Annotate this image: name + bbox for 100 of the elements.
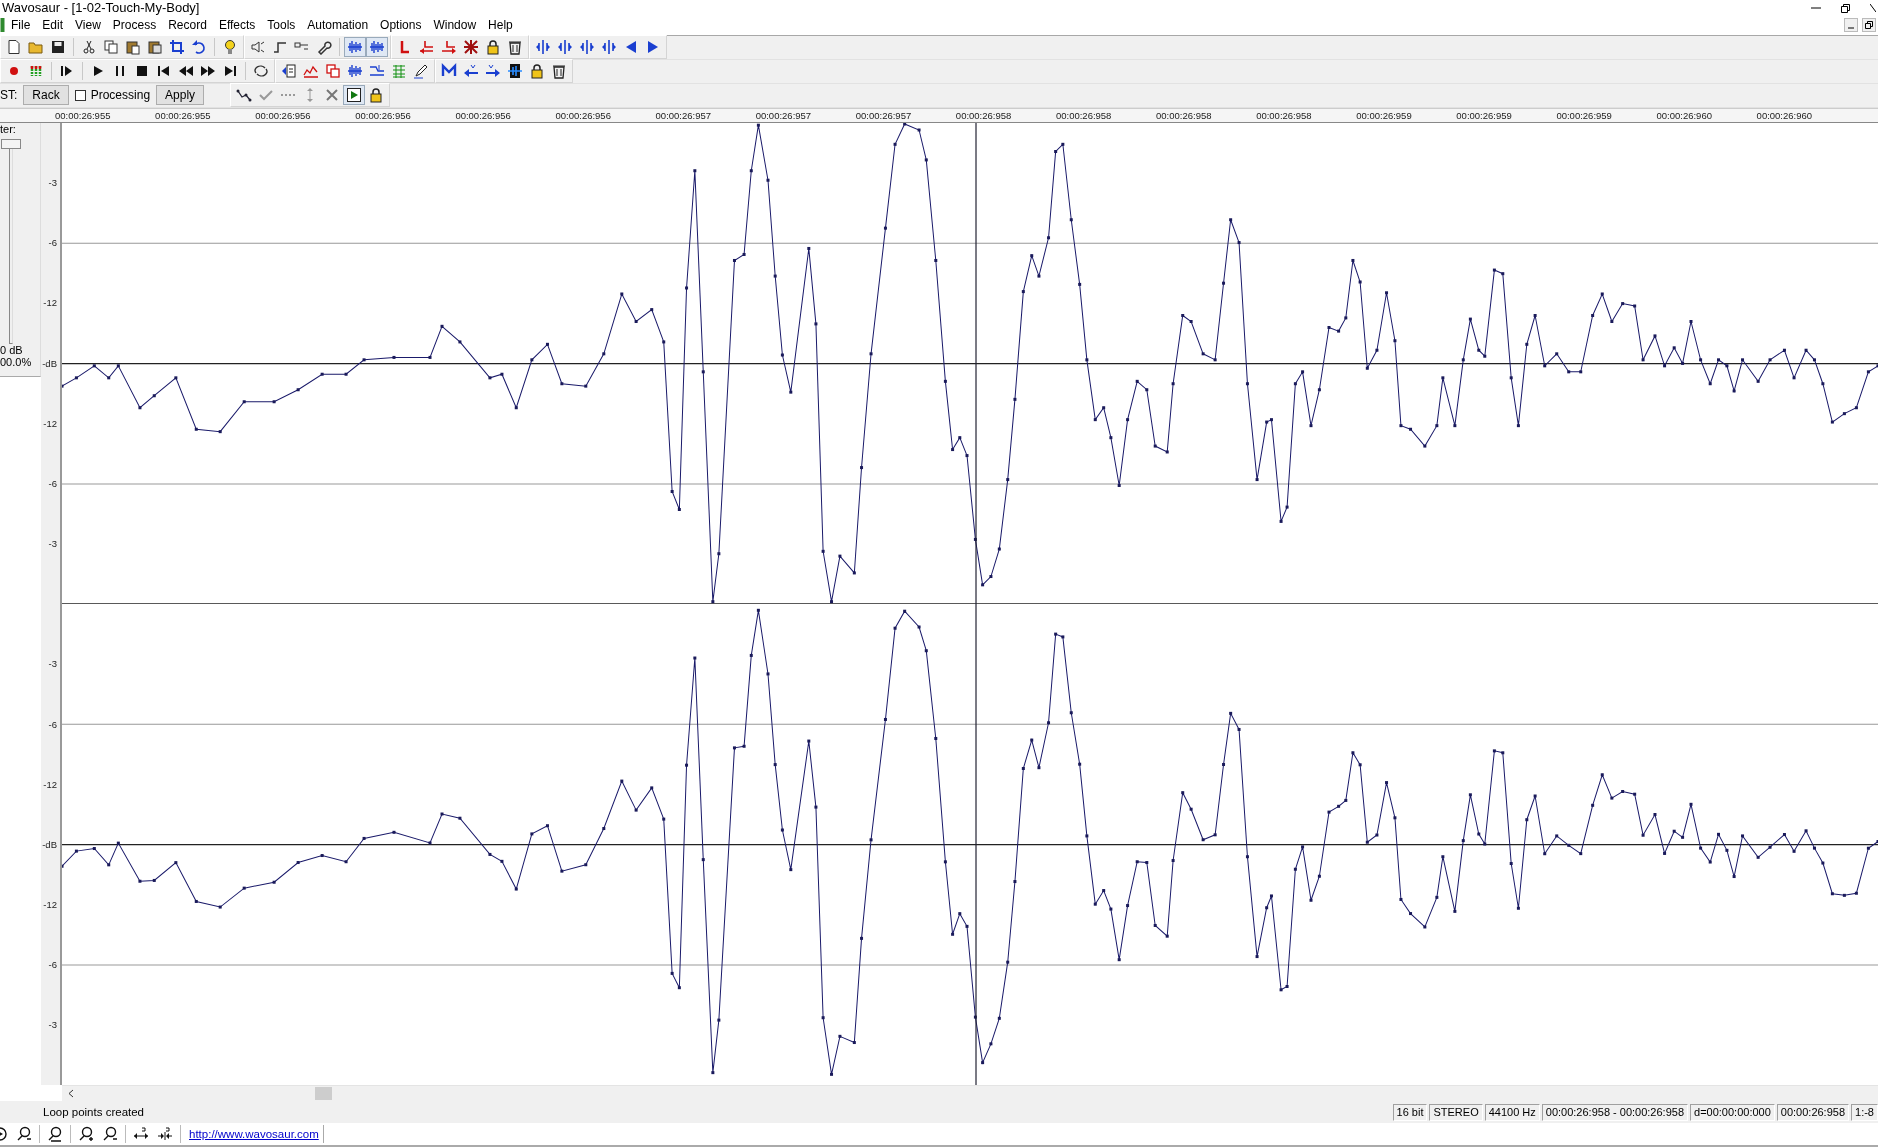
close-icon[interactable]: [1870, 2, 1876, 13]
time-label: 00:00:26:955: [155, 108, 212, 122]
copy-icon[interactable]: [103, 39, 119, 55]
pencil-icon[interactable]: [413, 63, 429, 79]
arrow-right-icon[interactable]: [441, 39, 457, 55]
volume-percent: 00.0%: [0, 355, 33, 368]
lightbulb-icon[interactable]: [222, 39, 238, 55]
zoom-icon[interactable]: [47, 1126, 63, 1142]
waveform-icon[interactable]: [369, 39, 385, 55]
restore-icon[interactable]: [1840, 2, 1852, 13]
status-pane: 00:00:26:958 - 00:00:26:958: [1541, 1103, 1688, 1121]
menu-item[interactable]: Help: [482, 17, 519, 32]
time-label: 00:00:26:958: [1156, 108, 1213, 122]
wrench-icon[interactable]: [316, 39, 332, 55]
app-icon: [0, 16, 5, 33]
squares-icon[interactable]: [325, 63, 341, 79]
expand-icon[interactable]: [133, 1126, 149, 1142]
status-pane: 1:-8: [1851, 1103, 1878, 1121]
restore-icon[interactable]: [1862, 17, 1876, 32]
stop-icon[interactable]: [134, 63, 150, 79]
status-pane: d=00:00:00:000: [1690, 1103, 1775, 1121]
wave-box-icon[interactable]: [507, 63, 523, 79]
arrow-left-icon[interactable]: [419, 39, 435, 55]
grid-icon[interactable]: [391, 63, 407, 79]
waveform-arrows-icon[interactable]: [601, 39, 617, 55]
save-icon[interactable]: [50, 39, 66, 55]
menu-item[interactable]: File: [5, 17, 37, 32]
time-label: 00:00:26:958: [1256, 108, 1313, 122]
trash-icon[interactable]: [507, 39, 523, 55]
time-label: 00:00:26:957: [855, 108, 913, 122]
speaker-icon[interactable]: [250, 39, 266, 55]
time-label: 00:00:26:958: [955, 108, 1013, 122]
waveform-arrows-icon[interactable]: [557, 39, 573, 55]
crop-icon[interactable]: [169, 39, 185, 55]
time-label: 00:00:26:960: [1656, 108, 1713, 122]
waveform-arrows-icon[interactable]: [579, 39, 595, 55]
level-meter-icon[interactable]: [28, 63, 44, 79]
fast-forward-icon[interactable]: [200, 63, 216, 79]
paste-icon[interactable]: [125, 39, 141, 55]
node-line-icon[interactable]: [236, 87, 253, 103]
menu-item[interactable]: View: [69, 17, 107, 32]
clipboard-icon[interactable]: [147, 39, 163, 55]
scale-label: -3: [47, 657, 58, 672]
time-label: 00:00:26:959: [1556, 108, 1613, 122]
waveform-icon[interactable]: [347, 39, 363, 55]
vst-label: ST:: [0, 88, 18, 102]
menu-item[interactable]: Process: [106, 17, 163, 32]
menu-item[interactable]: Options: [374, 17, 428, 32]
processing-label: Processing: [90, 88, 151, 102]
lock-icon[interactable]: [485, 39, 501, 55]
marker-left-icon[interactable]: [463, 63, 479, 79]
scroll-left-icon[interactable]: [68, 1089, 74, 1098]
time-label: 00:00:26:958: [1055, 108, 1113, 122]
zoom-in-icon[interactable]: [78, 1126, 94, 1142]
website-link[interactable]: http://www.wavosaur.com: [185, 1125, 324, 1143]
scale-label: -12: [42, 777, 58, 792]
loop-icon[interactable]: [253, 63, 269, 79]
status-pane: 00:00:26:958: [1776, 1103, 1850, 1121]
menu-item[interactable]: Effects: [212, 17, 262, 32]
scale-label: -6: [47, 236, 58, 251]
waveform-icon[interactable]: [347, 63, 363, 79]
zoom-out-icon[interactable]: [16, 1126, 32, 1142]
processing-checkbox[interactable]: [74, 89, 86, 101]
rewind-icon[interactable]: [178, 63, 194, 79]
skip-back-icon[interactable]: [156, 63, 172, 79]
menu-item[interactable]: Tools: [261, 17, 302, 32]
scale-label: -6: [47, 717, 58, 732]
slider-thumb[interactable]: [1, 138, 21, 149]
rack-button[interactable]: Rack: [23, 85, 69, 105]
open-folder-icon[interactable]: [28, 39, 44, 55]
zoom-out-icon[interactable]: [102, 1126, 118, 1142]
new-file-icon[interactable]: [6, 39, 22, 55]
menu-item[interactable]: Record: [162, 17, 213, 32]
time-label: 00:00:26:956: [255, 108, 312, 122]
play-box-icon[interactable]: [346, 87, 363, 103]
check-icon[interactable]: [258, 87, 275, 103]
menu-item[interactable]: Automation: [301, 17, 375, 32]
filter-icon[interactable]: [369, 63, 385, 79]
apply-button[interactable]: Apply: [156, 85, 205, 105]
m-marker-icon[interactable]: [441, 63, 457, 79]
skip-forward-icon[interactable]: [222, 63, 238, 79]
undo-icon[interactable]: [191, 39, 207, 55]
minimize-icon[interactable]: [1844, 17, 1858, 32]
time-label: 00:00:26:956: [455, 108, 512, 122]
document-icon[interactable]: [281, 63, 297, 79]
scrollbar-thumb[interactable]: [315, 1087, 332, 1100]
status-pane: STEREO: [1429, 1103, 1483, 1121]
scissors-icon[interactable]: [81, 39, 97, 55]
volume-slider[interactable]: [1, 138, 21, 344]
curve-icon[interactable]: [272, 39, 288, 55]
marker-right-icon[interactable]: [485, 63, 501, 79]
lock-icon[interactable]: [368, 87, 385, 103]
trash-icon[interactable]: [551, 63, 567, 79]
shrink-icon[interactable]: [157, 1126, 173, 1142]
waveform-arrows-icon[interactable]: [535, 39, 551, 55]
lock-icon[interactable]: [529, 63, 545, 79]
menu-item[interactable]: Edit: [36, 17, 70, 32]
scale-label: -12: [42, 898, 58, 912]
cross-icon[interactable]: [463, 39, 479, 55]
menu-item[interactable]: Window: [427, 17, 483, 32]
